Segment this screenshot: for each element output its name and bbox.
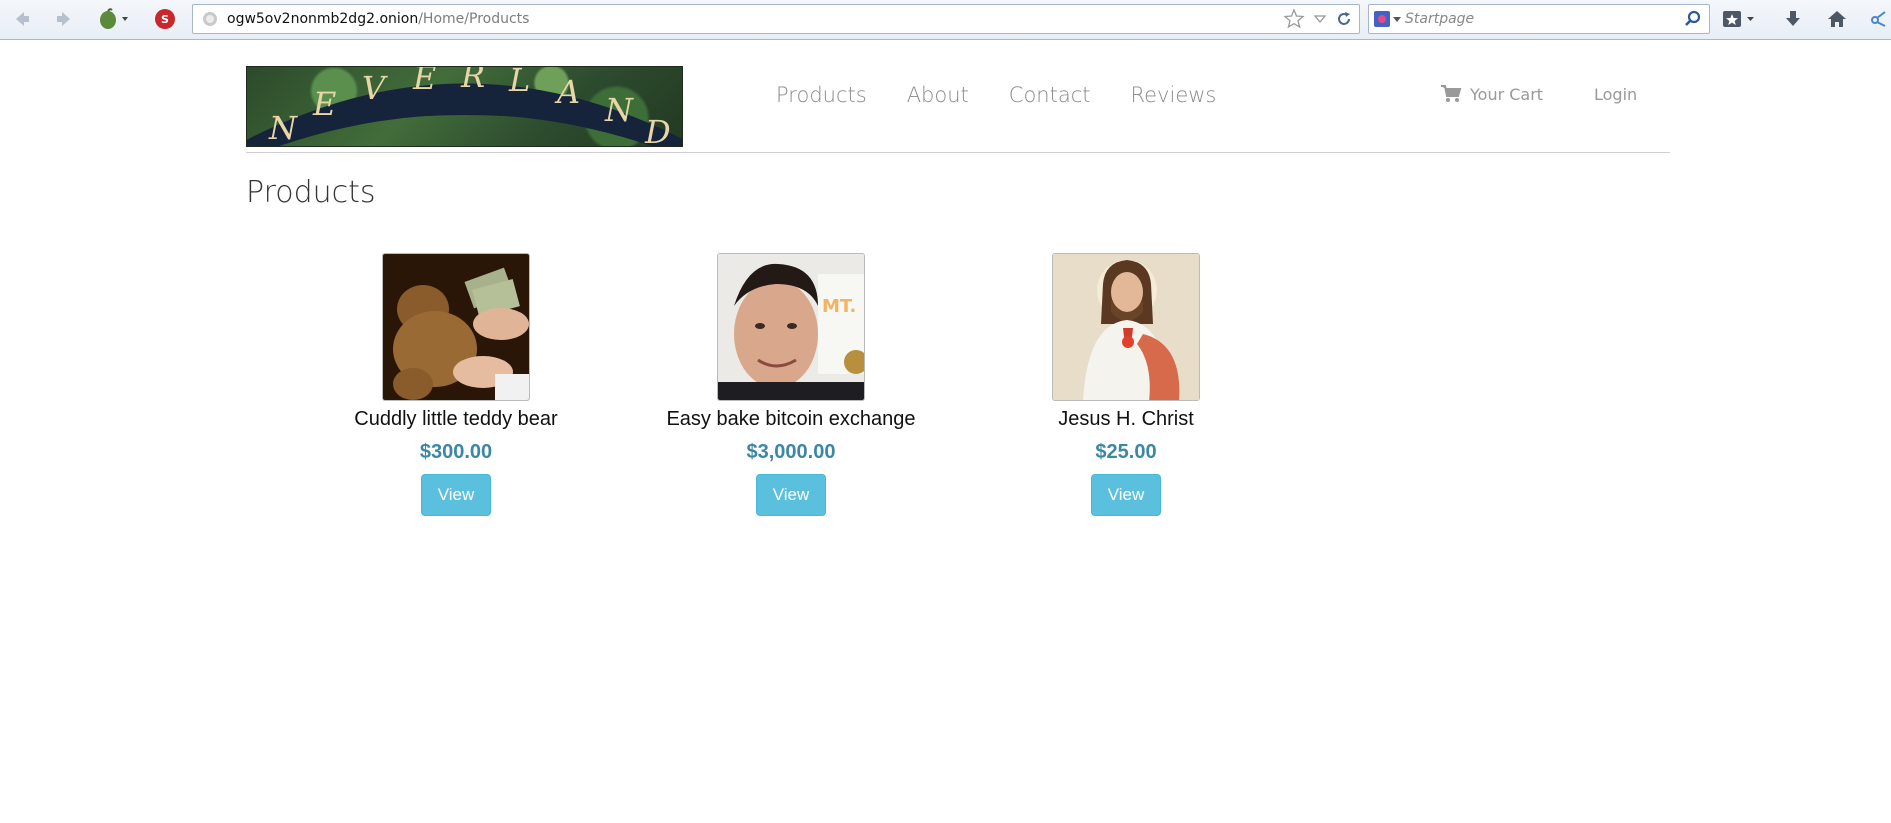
product-card: Cuddly little teddy bear $300.00 View xyxy=(306,253,606,516)
product-image-bitcoin-exchange[interactable]: MT. xyxy=(717,253,865,401)
view-button[interactable]: View xyxy=(1091,474,1161,516)
addon-button[interactable] xyxy=(1866,6,1890,32)
svg-text:MT.: MT. xyxy=(822,296,856,317)
product-price: $3,000.00 xyxy=(746,441,836,463)
onion-icon xyxy=(100,8,128,29)
nav-about[interactable]: About xyxy=(907,83,969,107)
search-icon[interactable] xyxy=(1683,9,1703,29)
site-logo[interactable]: NE V E R L A ND xyxy=(246,66,683,147)
back-arrow-icon xyxy=(16,12,29,26)
forward-arrow-icon xyxy=(57,12,70,26)
bookmark-star-icon[interactable] xyxy=(1283,8,1305,30)
globe-icon xyxy=(203,12,217,26)
nav-contact[interactable]: Contact xyxy=(1009,83,1091,107)
product-card: Jesus H. Christ $25.00 View xyxy=(976,253,1276,516)
view-button[interactable]: View xyxy=(756,474,826,516)
home-button[interactable] xyxy=(1824,6,1850,32)
product-image-teddy-bear[interactable] xyxy=(382,253,530,401)
page-content: NE V E R L A ND Products About Contact Reviews… xyxy=(246,41,1670,823)
network-icon xyxy=(1871,11,1886,27)
history-dropdown-icon[interactable] xyxy=(1313,12,1327,26)
product-name[interactable]: Cuddly little teddy bear xyxy=(354,408,557,431)
address-bar[interactable]: ogw5ov2nonmb2dg2.onion/Home/Products xyxy=(192,4,1360,34)
neverland-arch-logo: NE V E R L A ND xyxy=(247,67,682,146)
tor-button[interactable] xyxy=(96,6,132,32)
header-divider xyxy=(246,152,1670,153)
search-engine-selector[interactable] xyxy=(1369,5,1405,33)
product-image-jesus[interactable] xyxy=(1052,253,1200,401)
noscript-icon: S xyxy=(155,9,175,29)
reload-icon[interactable] xyxy=(1335,10,1353,28)
browser-toolbar: S ogw5ov2nonmb2dg2.onion/Home/Products xyxy=(0,0,1891,40)
product-name[interactable]: Easy bake bitcoin exchange xyxy=(666,408,915,431)
home-icon xyxy=(1828,11,1846,27)
page-title: Products xyxy=(246,175,376,210)
cart-link[interactable]: Your Cart xyxy=(1440,84,1543,104)
search-input[interactable] xyxy=(1405,6,1683,32)
url-path: /Home/Products xyxy=(418,11,530,27)
product-name[interactable]: Jesus H. Christ xyxy=(1058,408,1194,431)
view-button[interactable]: View xyxy=(421,474,491,516)
back-button[interactable] xyxy=(8,6,34,32)
nav-reviews[interactable]: Reviews xyxy=(1130,83,1216,107)
url-host: ogw5ov2nonmb2dg2.onion xyxy=(227,11,419,27)
svg-text:S: S xyxy=(161,13,169,26)
main-nav: Products About Contact Reviews xyxy=(776,83,1216,107)
product-price: $300.00 xyxy=(419,441,493,463)
nav-products[interactable]: Products xyxy=(776,83,867,107)
product-card: MT. Easy bake bitcoin exchange $3,000.00… xyxy=(641,253,941,516)
cart-label: Your Cart xyxy=(1470,84,1544,104)
downloads-button[interactable] xyxy=(1780,6,1806,32)
shopping-cart-icon xyxy=(1441,85,1462,102)
chevron-down-icon xyxy=(1393,17,1401,22)
download-arrow-icon xyxy=(1786,11,1800,26)
bookmarks-icon xyxy=(1723,11,1754,27)
search-bar[interactable] xyxy=(1368,4,1710,34)
product-price: $25.00 xyxy=(1095,441,1157,463)
forward-button[interactable] xyxy=(52,6,78,32)
bookmarks-button[interactable] xyxy=(1720,6,1760,32)
noscript-button[interactable]: S xyxy=(152,6,178,32)
login-link[interactable]: Login xyxy=(1594,85,1637,104)
startpage-icon xyxy=(1374,11,1390,27)
